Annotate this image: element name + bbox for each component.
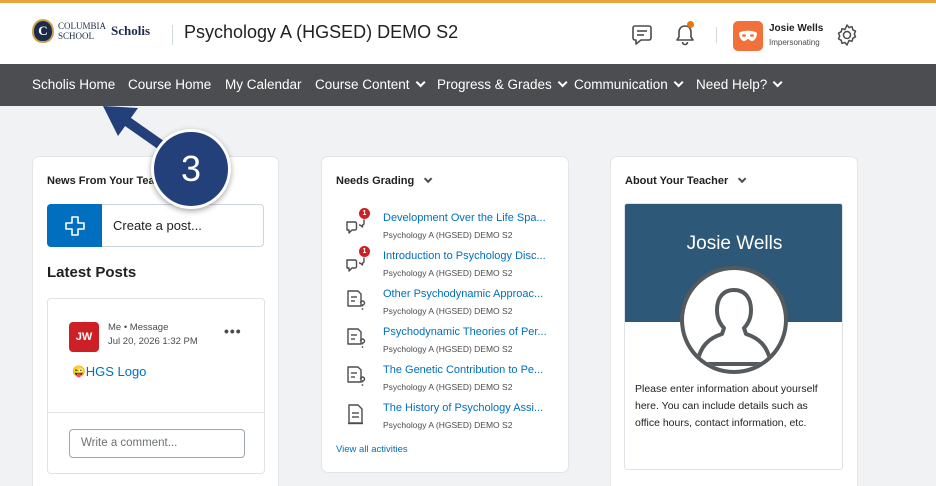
grading-item-title[interactable]: Development Over the Life Spa...: [383, 212, 546, 224]
grading-item-course: Psychology A (HGSED) DEMO S2: [383, 382, 513, 392]
nav-course-home[interactable]: Course Home: [128, 77, 211, 92]
course-navbar: Scholis Home Course Home My Calendar Cou…: [0, 64, 936, 106]
count-badge: 1: [359, 208, 370, 219]
bell-icon[interactable]: [672, 22, 698, 48]
assignment-icon: [348, 404, 363, 425]
message-alerts-icon[interactable]: [630, 22, 656, 48]
chevron-down-icon: [424, 174, 433, 184]
impersonating-label: Impersonating: [769, 38, 820, 47]
default-avatar-icon: [680, 266, 788, 374]
nav-course-content[interactable]: Course Content: [315, 77, 426, 92]
post-divider: [48, 412, 264, 413]
notification-dot: [687, 21, 694, 28]
create-post-button[interactable]: Create a post...: [47, 204, 264, 247]
comment-input[interactable]: Write a comment...: [69, 429, 245, 458]
school-logo[interactable]: C COLUMBIA SCHOOL Scholis: [32, 19, 150, 43]
grading-item[interactable]: 1 Development Over the Life Spa... Psych…: [345, 208, 565, 250]
author-avatar: JW: [69, 322, 99, 352]
step-number-badge: 3: [151, 129, 231, 209]
news-widget: News From Your Tea Create a post... Late…: [33, 157, 278, 486]
course-title[interactable]: Psychology A (HGSED) DEMO S2: [184, 22, 458, 43]
news-widget-title: News From Your Tea: [47, 175, 155, 187]
gear-icon[interactable]: [834, 22, 860, 48]
about-teacher-title[interactable]: About Your Teacher: [625, 174, 747, 187]
user-avatar[interactable]: [733, 21, 763, 51]
nav-need-help[interactable]: Need Help?: [696, 77, 783, 92]
grading-item-course: Psychology A (HGSED) DEMO S2: [383, 268, 513, 278]
grading-item-course: Psychology A (HGSED) DEMO S2: [383, 344, 513, 354]
grading-item-title[interactable]: The History of Psychology Assi...: [383, 402, 543, 414]
post-meta: Me • Message: [108, 322, 169, 333]
grading-item[interactable]: Other Psychodynamic Approac... Psycholog…: [345, 288, 565, 326]
grading-item-title[interactable]: Introduction to Psychology Disc...: [383, 250, 546, 262]
grading-item-course: Psychology A (HGSED) DEMO S2: [383, 420, 513, 430]
more-options-button[interactable]: •••: [224, 323, 242, 339]
impersonate-mask-icon: [739, 30, 757, 41]
grading-item-title[interactable]: Psychodynamic Theories of Per...: [383, 326, 547, 338]
nav-communication[interactable]: Communication: [574, 77, 684, 92]
quiz-icon: [347, 366, 366, 386]
needs-grading-title[interactable]: Needs Grading: [336, 174, 433, 187]
brand-name: Scholis: [111, 23, 151, 38]
teacher-name: Josie Wells: [686, 233, 783, 254]
grading-item[interactable]: The History of Psychology Assi... Psycho…: [345, 402, 565, 440]
view-all-activities-link[interactable]: View all activities: [336, 444, 408, 455]
post-card: JW Me • Message Jul 20, 2026 1:32 PM •••…: [47, 298, 265, 474]
grading-item-title[interactable]: Other Psychodynamic Approac...: [383, 288, 543, 300]
user-name[interactable]: Josie Wells: [769, 23, 823, 34]
teacher-description: Please enter information about yourself …: [635, 383, 818, 429]
school-seal-icon: C: [32, 19, 54, 43]
emoji-icon: 😜: [72, 366, 86, 378]
grading-item-title[interactable]: The Genetic Contribution to Pe...: [383, 364, 543, 376]
post-date: Jul 20, 2026 1:32 PM: [108, 336, 198, 347]
quiz-icon: [347, 290, 366, 310]
header-divider: [716, 27, 717, 43]
quiz-icon: [347, 328, 366, 348]
header-divider: [172, 25, 173, 45]
grading-item[interactable]: Psychodynamic Theories of Per... Psychol…: [345, 326, 565, 364]
grading-item-course: Psychology A (HGSED) DEMO S2: [383, 230, 513, 240]
about-teacher-widget: About Your Teacher Josie Wells Please en…: [611, 157, 857, 486]
plus-icon: [47, 204, 102, 247]
nav-progress-grades[interactable]: Progress & Grades: [437, 77, 568, 92]
needs-grading-widget: Needs Grading 1 Development Over the Lif…: [322, 157, 568, 472]
grading-item[interactable]: 1 Introduction to Psychology Disc... Psy…: [345, 246, 565, 288]
teacher-profile: Josie Wells Please enter information abo…: [624, 203, 843, 470]
chevron-down-icon: [673, 77, 684, 88]
nav-scholis-home[interactable]: Scholis Home: [32, 77, 115, 92]
create-post-label: Create a post...: [113, 218, 202, 233]
nav-my-calendar[interactable]: My Calendar: [225, 77, 302, 92]
count-badge: 1: [359, 246, 370, 257]
latest-posts-heading: Latest Posts: [47, 264, 137, 281]
post-link[interactable]: 😜 HGS Logo: [72, 364, 146, 379]
grading-item-course: Psychology A (HGSED) DEMO S2: [383, 306, 513, 316]
school-name: COLUMBIA SCHOOL: [58, 21, 107, 41]
top-header: C COLUMBIA SCHOOL Scholis Psychology A (…: [0, 0, 936, 64]
chevron-down-icon: [738, 174, 747, 184]
chevron-down-icon: [772, 77, 783, 88]
chevron-down-icon: [415, 77, 426, 88]
grading-item[interactable]: The Genetic Contribution to Pe... Psycho…: [345, 364, 565, 402]
chevron-down-icon: [557, 77, 568, 88]
